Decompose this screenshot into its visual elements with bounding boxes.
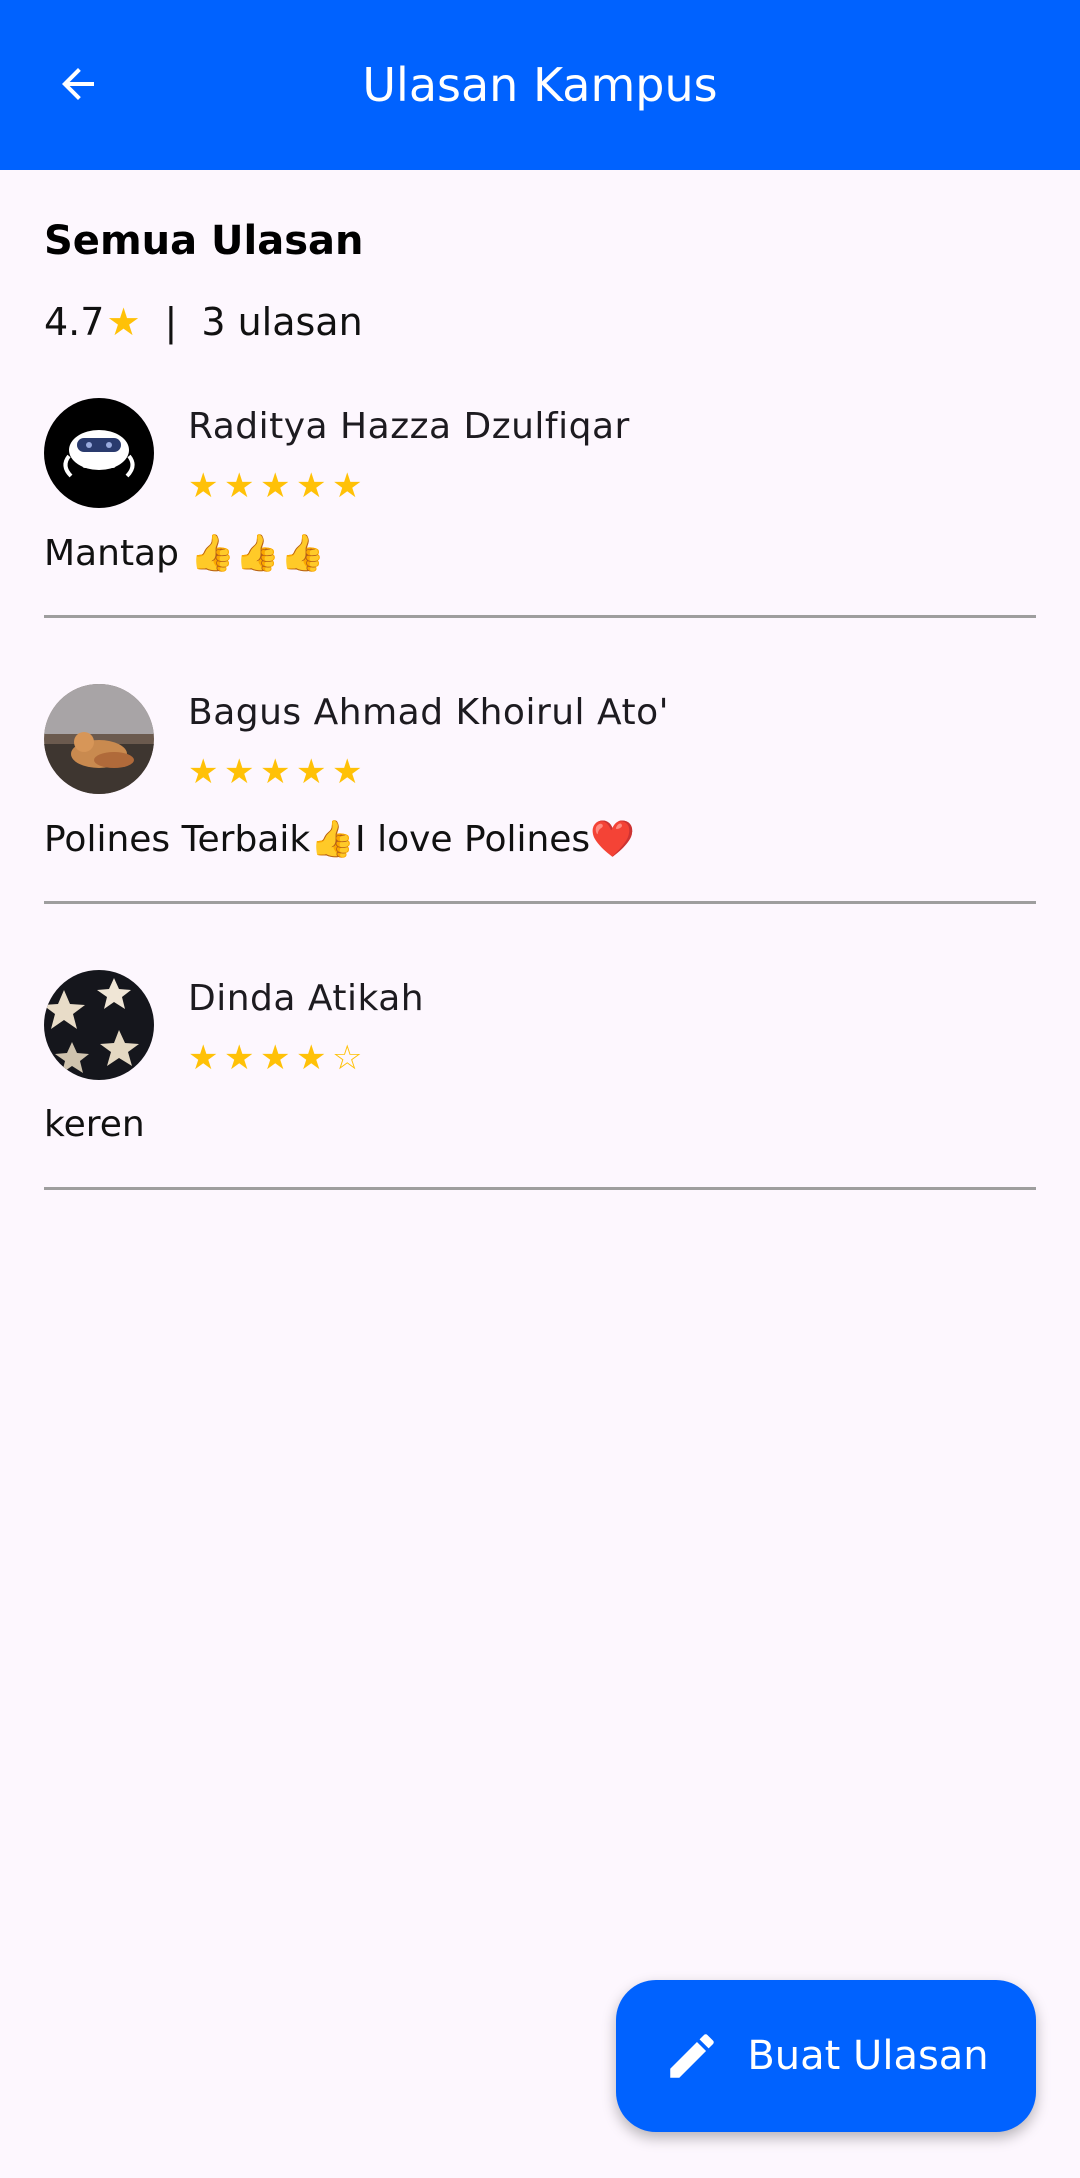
pencil-icon <box>670 2034 715 2078</box>
reviewer-avatar <box>44 398 154 508</box>
write-review-label: Buat Ulasan <box>747 2033 989 2079</box>
summary-separator: | <box>164 300 178 344</box>
star-icon: ★ <box>106 300 141 344</box>
write-review-button[interactable]: Buat Ulasan <box>616 1980 1036 2132</box>
star-filled-icon: ★ <box>188 466 219 506</box>
star-filled-icon: ★ <box>332 752 363 792</box>
star-filled-icon: ★ <box>224 466 255 506</box>
cat-photo-avatar-icon <box>44 684 154 794</box>
reviewer-avatar <box>44 684 154 794</box>
star-filled-icon: ★ <box>224 1038 255 1078</box>
page-title: Ulasan Kampus <box>362 58 718 112</box>
star-filled-icon: ★ <box>296 752 327 792</box>
star-empty-icon: ☆ <box>332 1038 363 1078</box>
review-comment: Mantap 👍👍👍 <box>44 533 325 574</box>
star-rating: ★ ★ ★ ★ ★ <box>188 466 368 506</box>
stars-pattern-avatar-icon <box>44 970 154 1080</box>
divider <box>44 615 1036 618</box>
divider <box>44 901 1036 904</box>
star-filled-icon: ★ <box>296 1038 327 1078</box>
rating-summary: 4.7 ★ | 3 ulasan <box>44 300 363 344</box>
reviewer-avatar <box>44 970 154 1080</box>
reviewer-name: Raditya Hazza Dzulfiqar <box>188 406 630 447</box>
star-filled-icon: ★ <box>260 752 291 792</box>
review-count: 3 ulasan <box>201 300 363 344</box>
star-filled-icon: ★ <box>260 1038 291 1078</box>
app-bar: Ulasan Kampus <box>0 0 1080 170</box>
reviewer-name: Dinda Atikah <box>188 978 425 1019</box>
star-filled-icon: ★ <box>188 1038 219 1078</box>
star-filled-icon: ★ <box>296 466 327 506</box>
star-filled-icon: ★ <box>260 466 291 506</box>
star-rating: ★ ★ ★ ★ ☆ <box>188 1038 368 1078</box>
star-rating: ★ ★ ★ ★ ★ <box>188 752 368 792</box>
divider <box>44 1187 1036 1190</box>
star-filled-icon: ★ <box>332 466 363 506</box>
review-comment: keren <box>44 1104 145 1145</box>
average-rating: 4.7 <box>44 300 105 344</box>
review-comment: Polines Terbaik👍I love Polines❤️ <box>44 819 636 860</box>
star-filled-icon: ★ <box>188 752 219 792</box>
reviewer-name: Bagus Ahmad Khoirul Ato' <box>188 692 670 733</box>
robot-avatar-icon <box>44 398 154 508</box>
section-title: Semua Ulasan <box>44 218 364 264</box>
star-filled-icon: ★ <box>224 752 255 792</box>
